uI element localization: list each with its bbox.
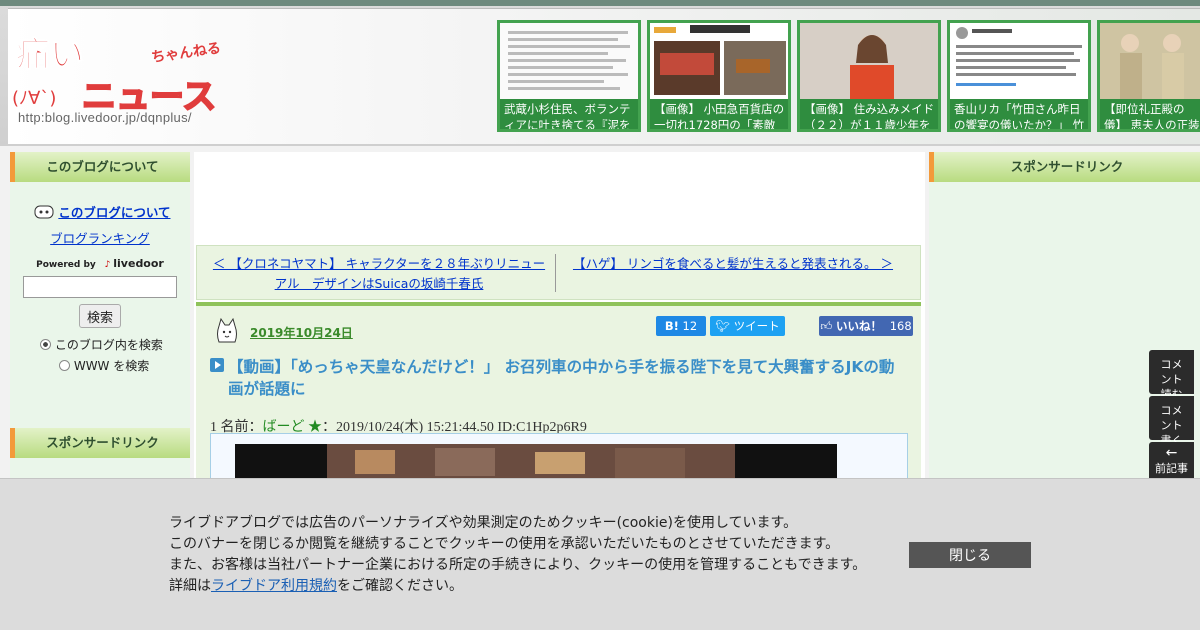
search-button[interactable]: 検索 bbox=[79, 304, 121, 328]
logo-url: http:blog.livedoor.jp/dqnplus/ bbox=[18, 110, 192, 125]
radio-unselected-icon[interactable] bbox=[59, 360, 70, 371]
arrow-left-icon: ← bbox=[1165, 445, 1178, 461]
cookie-text: ライブドアブログでは広告のパーソナライズや効果測定のためクッキー(cookie)… bbox=[169, 513, 866, 597]
kimono-photo bbox=[1100, 23, 1200, 99]
logo-face-text: (ﾉ∀`) bbox=[12, 88, 56, 109]
search-scope-www[interactable]: WWW を検索 bbox=[59, 357, 149, 374]
cookie-line-1: ライブドアブログでは広告のパーソナライズや効果測定のためクッキー(cookie)… bbox=[169, 515, 798, 531]
powered-by-livedoor[interactable]: Powered by ♪ livedoor bbox=[10, 257, 190, 270]
tweet-button[interactable]: 🐦︎ ツイート bbox=[710, 316, 785, 336]
hatena-count: 12 bbox=[682, 319, 698, 333]
card-thumbnail bbox=[500, 23, 638, 99]
text-document-image bbox=[508, 31, 630, 90]
header-card[interactable]: 武蔵小杉住民、ボランティアに吐き捨てる『泥を集め bbox=[497, 20, 641, 132]
cookie-line-2: このバナーを閉じるか閲覧を継続することでクッキーの使用を承認いただいたものとさせ… bbox=[169, 536, 840, 552]
cookie-close-button[interactable]: 閉じる bbox=[909, 542, 1031, 568]
like-count: 168 bbox=[889, 319, 912, 333]
prev-article-button[interactable]: ← 前記事 bbox=[1149, 442, 1194, 482]
cookie-line-3: また、お客様は当社パートナー企業における所定の手続きにより、クッキーの使用を管理… bbox=[169, 557, 867, 573]
video-icon bbox=[210, 358, 224, 372]
sidebar-title-sponsor-right: スポンサードリンク bbox=[929, 152, 1200, 182]
radio-selected-icon[interactable] bbox=[40, 339, 51, 350]
logo-kana-text: ちゃんねる bbox=[150, 40, 222, 66]
card-caption: 【画像】 小田急百貨店の一切れ1728円の「素敵ステー bbox=[654, 102, 785, 132]
next-article-link[interactable]: 【ハゲ】 リンゴを食べると髪が生えると発表される。 ＞ bbox=[573, 256, 893, 271]
header-card[interactable]: 【画像】 小田急百貨店の一切れ1728円の「素敵ステー bbox=[647, 20, 791, 132]
blog-ranking-link[interactable]: ブログランキング bbox=[10, 228, 190, 247]
site-header: 痛い ちゃんねる ニュース (ﾉ∀`) http:blog.livedoor.j… bbox=[0, 0, 1200, 146]
card-thumbnail bbox=[650, 23, 788, 99]
steak-photo bbox=[650, 23, 788, 95]
powered-by-label: Powered by bbox=[36, 260, 96, 270]
mascot-icon bbox=[34, 205, 54, 219]
tweet-screenshot bbox=[956, 27, 1082, 86]
cookie-banner: ライブドアブログでは広告のパーソナライズや効果測定のためクッキー(cookie)… bbox=[0, 478, 1200, 630]
sidebar-title-about: このブログについて bbox=[10, 152, 190, 182]
header-card[interactable]: 香山リカ「竹田さん昨日の饗宴の儀いたか？」 竹田「旧 bbox=[947, 20, 1091, 132]
twitter-bird-icon: 🐦︎ bbox=[715, 319, 730, 333]
article-date[interactable]: 2019年10月24日 bbox=[250, 324, 353, 341]
cookie-line-4-suffix: をご確認ください。 bbox=[337, 578, 463, 594]
mascot-icon bbox=[217, 317, 237, 343]
ad-area bbox=[194, 152, 925, 244]
hatena-bookmark-button[interactable]: B! 12 bbox=[656, 316, 706, 336]
tweet-label: ツイート bbox=[733, 319, 780, 333]
facebook-like-button[interactable]: 👍︎ いいね！ 168 bbox=[819, 316, 913, 336]
radio-blog-label: このブログ内を検索 bbox=[54, 338, 163, 352]
search-scope-blog[interactable]: このブログ内を検索 bbox=[40, 336, 163, 353]
top-strip bbox=[0, 0, 1200, 6]
like-label: いいね！ bbox=[836, 319, 883, 333]
hatena-icon: B! bbox=[664, 319, 679, 333]
write-comment-button[interactable]: コメント書く bbox=[1149, 396, 1194, 447]
cookie-line-4-prefix: 詳細は bbox=[169, 578, 211, 594]
article-navigation: ＜ 【クロネコヤマト】 キャラクターを２８年ぶりリニューアル デザインはSuic… bbox=[196, 245, 921, 300]
card-caption: 【即位礼正殿の儀】 恵夫人の正装がヤバ bbox=[1104, 102, 1200, 132]
card-thumbnail bbox=[800, 23, 938, 99]
search-input[interactable] bbox=[23, 276, 177, 298]
sidebar-title-sponsor: スポンサードリンク bbox=[10, 428, 190, 458]
card-caption: 武蔵小杉住民、ボランティアに吐き捨てる『泥を集め bbox=[504, 102, 631, 132]
terms-link[interactable]: ライブドア利用規約 bbox=[211, 578, 337, 594]
prev-article-link[interactable]: ＜ 【クロネコヤマト】 キャラクターを２８年ぶりリニューアル デザインはSuic… bbox=[213, 256, 545, 291]
card-thumbnail bbox=[950, 23, 1088, 99]
card-thumbnail bbox=[1100, 23, 1200, 99]
thumbs-up-icon: 👍︎ bbox=[820, 319, 833, 333]
header-card[interactable]: 【画像】 住み込みメイド（２２）が１１歳少年を数 bbox=[797, 20, 941, 132]
prev-article-label: 前記事 bbox=[1155, 462, 1188, 475]
card-caption: 香山リカ「竹田さん昨日の饗宴の儀いたか？」 竹田「旧 bbox=[954, 102, 1085, 132]
nav-divider bbox=[555, 254, 556, 292]
about-row: このブログについて bbox=[34, 202, 184, 221]
card-caption: 【画像】 住み込みメイド（２２）が１１歳少年を数 bbox=[804, 102, 935, 132]
livedoor-logo-icon: ♪ bbox=[104, 260, 111, 270]
article-title[interactable]: 【動画】「めっちゃ天皇なんだけど！」 お召列車の中から手を振る陛下を見て大興奮す… bbox=[228, 356, 908, 400]
cookie-line-4: 詳細はライブドア利用規約をご確認ください。 bbox=[169, 576, 866, 597]
about-blog-link[interactable]: このブログについて bbox=[58, 205, 170, 220]
logo-main-text: 痛い bbox=[16, 35, 84, 75]
radio-www-label: WWW を検索 bbox=[73, 359, 150, 373]
read-comments-button[interactable]: コメント読む bbox=[1149, 350, 1194, 401]
header-card[interactable]: 【即位礼正殿の儀】 恵夫人の正装がヤバ bbox=[1097, 20, 1200, 132]
person-photo bbox=[800, 23, 938, 99]
livedoor-label: livedoor bbox=[113, 257, 164, 270]
